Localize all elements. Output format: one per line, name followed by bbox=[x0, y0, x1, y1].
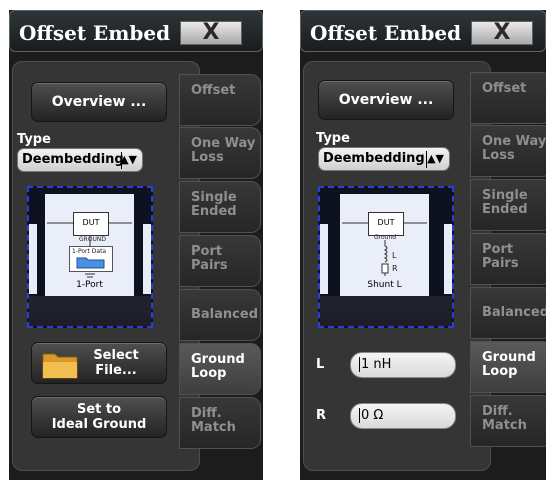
r-label: R bbox=[316, 408, 327, 423]
up-down-arrows-icon: ▲▼ bbox=[427, 152, 444, 165]
tab-line2: Pairs bbox=[482, 256, 519, 271]
preview-caption: Shunt L bbox=[367, 280, 402, 290]
tab-line1: Ground bbox=[191, 352, 245, 367]
tab-line2: Pairs bbox=[191, 258, 228, 273]
type-select-value: Deembedding bbox=[323, 151, 425, 166]
tab-balanced-label: Balanced bbox=[482, 305, 546, 320]
tab-line2: Loop bbox=[191, 366, 227, 381]
title-bar: Offset Embed X bbox=[9, 10, 263, 52]
tab-line2: Loop bbox=[482, 364, 518, 379]
tab-line1: Port bbox=[191, 244, 223, 259]
resistance-value: 0 Ω bbox=[361, 408, 384, 423]
port-data-box: 1-Port Data bbox=[69, 246, 113, 272]
tab-offset[interactable]: Offset bbox=[470, 72, 546, 124]
port-data-text: 1-Port Data bbox=[72, 248, 107, 255]
inductor-label: L bbox=[392, 251, 397, 260]
close-button[interactable]: X bbox=[471, 21, 533, 45]
tab-diff-match[interactable]: Diff. Match bbox=[470, 395, 546, 447]
tab-line1: One Way bbox=[191, 136, 256, 151]
tab-line2: Ended bbox=[191, 204, 237, 219]
tab-line1: Single bbox=[482, 188, 528, 203]
folder-icon bbox=[76, 257, 105, 269]
overview-button[interactable]: Overview ... bbox=[318, 80, 454, 120]
close-button[interactable]: X bbox=[180, 21, 242, 45]
text-caret bbox=[359, 408, 360, 423]
tab-offset[interactable]: Offset bbox=[179, 74, 261, 126]
ground-text: Ground bbox=[374, 234, 397, 241]
offset-embed-dialog-right: Offset Embed X Overview ... Type Deembed… bbox=[300, 10, 546, 480]
tab-ground-loop[interactable]: Ground Loop bbox=[179, 343, 261, 395]
left-slot bbox=[320, 224, 328, 294]
set-ideal-ground-button[interactable]: Set to Ideal Ground bbox=[31, 396, 167, 438]
preview-image: DUT Ground L R Shunt L bbox=[318, 186, 454, 328]
right-slot bbox=[444, 224, 452, 294]
tab-line1: One Way bbox=[482, 134, 546, 149]
preview-fade bbox=[29, 296, 151, 326]
resistor-label: R bbox=[392, 264, 398, 273]
select-file-line2: File... bbox=[95, 363, 137, 378]
tab-line2: Loss bbox=[191, 150, 224, 165]
tab-offset-label: Offset bbox=[482, 81, 527, 96]
resistance-input[interactable]: 0 Ω bbox=[350, 403, 456, 429]
title-bar: Offset Embed X bbox=[300, 10, 546, 52]
tab-one-way-loss[interactable]: One Way Loss bbox=[179, 127, 261, 179]
preview-diagram: DUT GROUND 1-Port Data 1-Port bbox=[45, 194, 134, 296]
overview-button[interactable]: Overview ... bbox=[31, 82, 167, 122]
folder-icon bbox=[42, 353, 78, 379]
dut-box: DUT bbox=[73, 212, 109, 236]
tab-line1: Ground bbox=[482, 350, 536, 365]
dialog-title: Offset Embed bbox=[19, 21, 171, 45]
tab-line2: Match bbox=[191, 420, 236, 435]
type-select[interactable]: Deembedding ▲▼ bbox=[318, 147, 450, 171]
offset-embed-dialog-left: Offset Embed X Overview ... Type Deembed… bbox=[9, 10, 263, 480]
tab-line2: Match bbox=[482, 418, 527, 433]
settings-panel: Overview ... Type Deembedding ▲▼ DUT Gro… bbox=[303, 61, 491, 471]
settings-panel: Overview ... Type Deembedding ▲▼ DUT GRO… bbox=[12, 61, 200, 471]
select-file-button[interactable]: Select File... bbox=[31, 342, 167, 384]
preview-diagram: DUT Ground L R Shunt L bbox=[340, 194, 429, 296]
tab-balanced[interactable]: Balanced bbox=[470, 287, 546, 339]
tab-single-ended[interactable]: Single Ended bbox=[179, 181, 261, 233]
preview-caption: 1-Port bbox=[76, 280, 103, 290]
ground-text: GROUND bbox=[79, 236, 107, 243]
up-down-arrows-icon: ▲▼ bbox=[120, 153, 137, 166]
preview-fade bbox=[320, 296, 452, 326]
tab-balanced-label: Balanced bbox=[191, 307, 258, 322]
preview-image: DUT GROUND 1-Port Data 1-Port bbox=[27, 186, 153, 328]
tab-line1: Diff. bbox=[191, 406, 222, 421]
select-file-line1: Select bbox=[93, 348, 139, 363]
tab-line2: Loss bbox=[482, 148, 515, 163]
dut-box: DUT bbox=[368, 212, 404, 236]
inductance-input[interactable]: 1 nH bbox=[350, 352, 456, 378]
type-label: Type bbox=[17, 132, 51, 147]
left-slot bbox=[29, 224, 37, 294]
right-slot bbox=[143, 224, 151, 294]
tab-line1: Single bbox=[191, 190, 237, 205]
inductance-value: 1 nH bbox=[361, 357, 392, 372]
l-label: L bbox=[316, 357, 325, 372]
tab-line2: Ended bbox=[482, 202, 528, 217]
type-select-value: Deembedding bbox=[22, 152, 124, 167]
tab-line1: Port bbox=[482, 242, 514, 257]
text-caret bbox=[359, 357, 360, 372]
tab-one-way-loss[interactable]: One Way Loss bbox=[470, 125, 546, 177]
tab-ground-loop[interactable]: Ground Loop bbox=[470, 341, 546, 393]
set-ideal-line1: Set to bbox=[76, 402, 122, 417]
tab-port-pairs[interactable]: Port Pairs bbox=[470, 233, 546, 285]
tab-port-pairs[interactable]: Port Pairs bbox=[179, 235, 261, 287]
tab-line1: Diff. bbox=[482, 404, 513, 419]
tab-diff-match[interactable]: Diff. Match bbox=[179, 397, 261, 449]
tab-single-ended[interactable]: Single Ended bbox=[470, 179, 546, 231]
set-ideal-line2: Ideal Ground bbox=[51, 417, 147, 432]
dialog-title: Offset Embed bbox=[310, 21, 462, 45]
tab-offset-label: Offset bbox=[191, 83, 236, 98]
type-label: Type bbox=[316, 131, 350, 146]
tab-balanced[interactable]: Balanced bbox=[179, 289, 261, 341]
type-select[interactable]: Deembedding ▲▼ bbox=[17, 148, 143, 172]
